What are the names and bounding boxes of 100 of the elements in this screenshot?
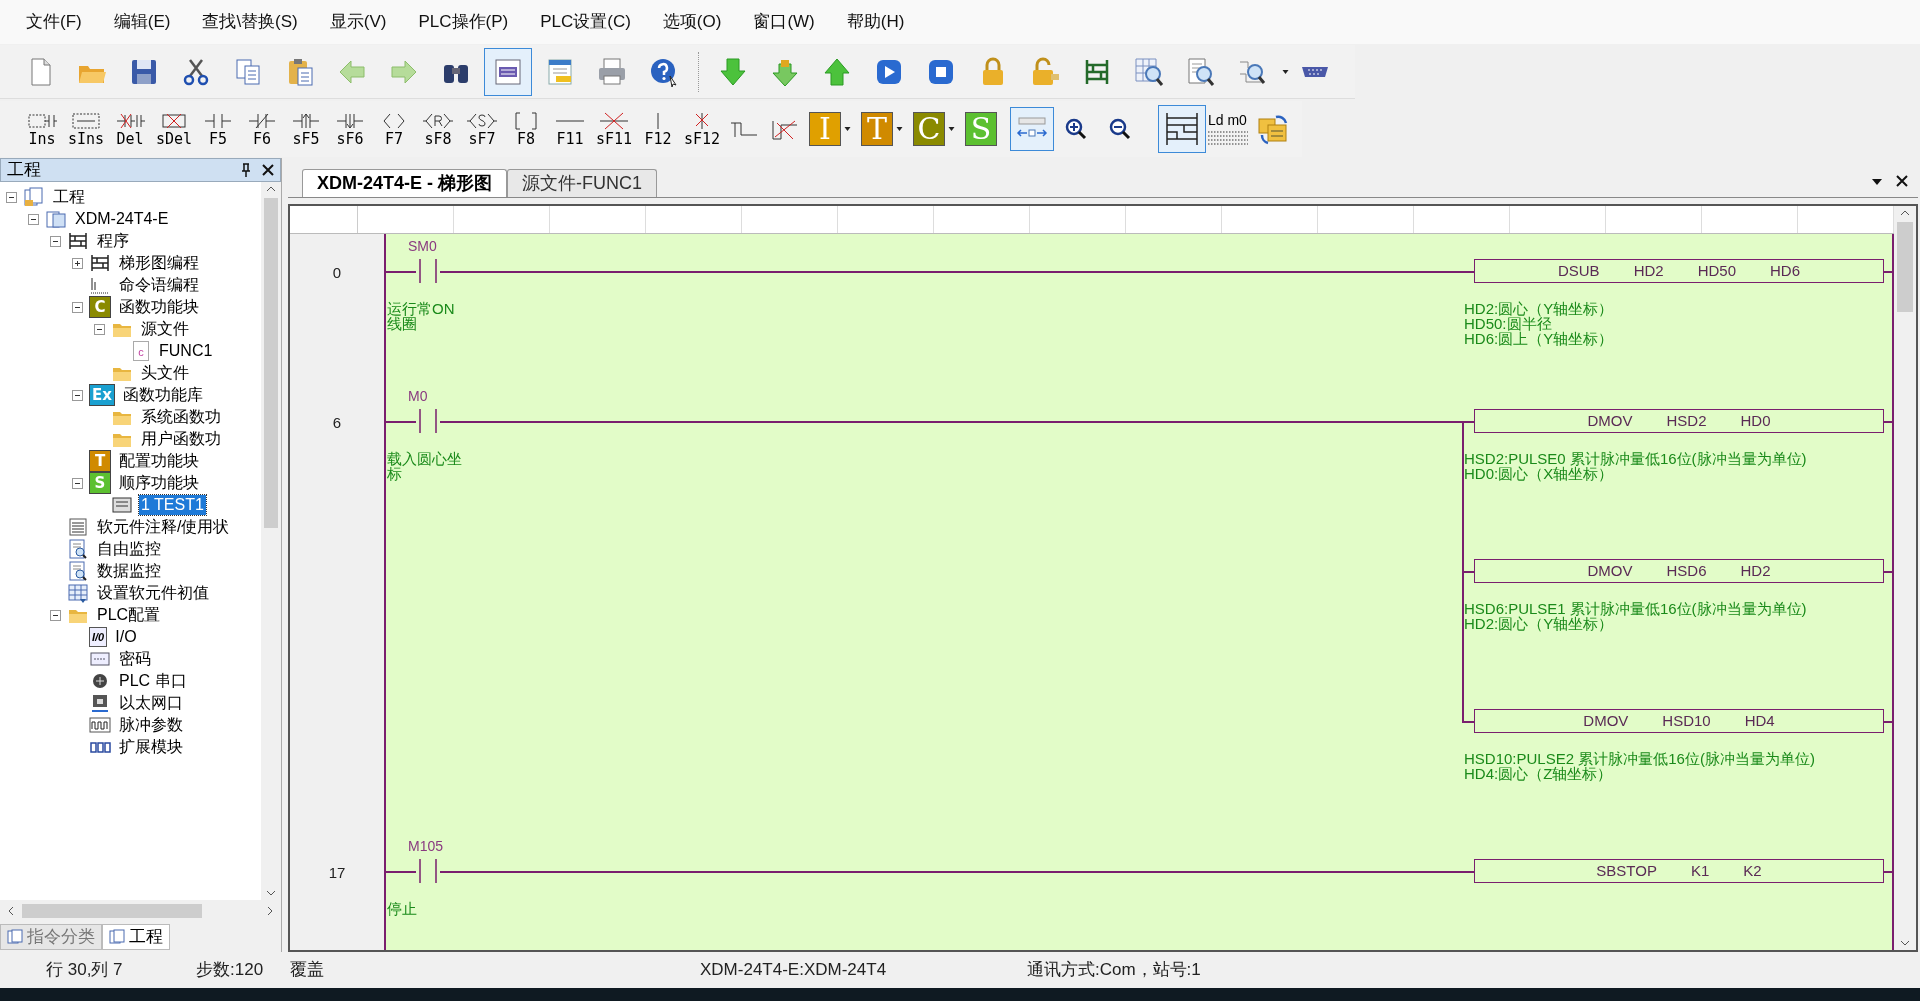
- menu-item[interactable]: 编辑(E): [107, 9, 177, 35]
- tree-item[interactable]: 配置功能块: [117, 451, 201, 471]
- collapse-icon[interactable]: [28, 213, 39, 225]
- tree-item[interactable]: 设置软元件初值: [95, 583, 211, 603]
- tree-item[interactable]: 扩展模块: [117, 737, 185, 757]
- tree-item[interactable]: PLC 串口: [117, 671, 189, 691]
- dropdown-caret-icon[interactable]: [844, 127, 851, 131]
- tree-item[interactable]: 用户函数功: [139, 429, 223, 449]
- coil-button[interactable]: F7: [372, 104, 416, 154]
- tree-item[interactable]: 命令语编程: [117, 275, 201, 295]
- close-icon[interactable]: [1896, 175, 1908, 187]
- vertical-scrollbar[interactable]: [261, 182, 281, 900]
- delete-vertical-line-button[interactable]: sF12: [680, 104, 724, 154]
- set-coil-button[interactable]: sF7: [460, 104, 504, 154]
- contact-symbol[interactable]: [416, 409, 440, 433]
- tree-item[interactable]: 函数功能块: [117, 297, 201, 317]
- collapse-icon[interactable]: [72, 477, 83, 489]
- tree-item[interactable]: 顺序功能块: [117, 473, 201, 493]
- instruction-block[interactable]: DMOV HSD10 HD4: [1474, 709, 1884, 733]
- scroll-up-icon[interactable]: [266, 186, 276, 192]
- menu-item[interactable]: 文件(F): [20, 9, 88, 35]
- tree-item[interactable]: 函数功能库: [120, 385, 205, 405]
- step-count: 步数:120: [196, 959, 265, 982]
- instruction-block[interactable]: DMOV HSD6 HD2: [1474, 559, 1884, 583]
- menu-item[interactable]: PLC设置(C): [534, 9, 637, 35]
- tree-item[interactable]: FUNC1: [157, 341, 215, 361]
- window-icon[interactable]: [484, 47, 532, 96]
- letter-tool-button[interactable]: C: [913, 112, 945, 146]
- scroll-up-icon[interactable]: [1900, 210, 1910, 216]
- contact-symbol[interactable]: [416, 859, 440, 883]
- close-icon[interactable]: [262, 164, 274, 176]
- delete-button[interactable]: Del: [108, 104, 152, 154]
- contact-address: M105: [408, 837, 444, 856]
- dropdown-caret-icon[interactable]: [1282, 69, 1289, 74]
- editor-tab[interactable]: XDM-24T4-E - 梯形图: [302, 169, 508, 197]
- scroll-left-icon[interactable]: [8, 906, 14, 916]
- contact-symbol[interactable]: [416, 259, 440, 283]
- tree-item[interactable]: 头文件: [139, 363, 191, 383]
- tree-item[interactable]: XDM-24T4-E: [73, 209, 171, 229]
- panel-tab[interactable]: 工程: [102, 924, 170, 950]
- ladder-view-icon[interactable]: [1158, 105, 1206, 153]
- contact-button[interactable]: F5: [196, 104, 240, 154]
- tree-item[interactable]: 1 TEST1: [139, 495, 206, 515]
- dropdown-caret-icon[interactable]: [896, 127, 903, 131]
- dropdown-caret-icon[interactable]: [948, 127, 955, 131]
- sequence-icon: [111, 494, 133, 516]
- closed-contact-button[interactable]: F6: [240, 104, 284, 154]
- instruction-block[interactable]: DMOV HSD2 HD0: [1474, 409, 1884, 433]
- insert-button[interactable]: Ins: [20, 104, 64, 154]
- scroll-down-icon[interactable]: [1900, 940, 1910, 946]
- pin-icon[interactable]: [240, 163, 252, 177]
- tree-item[interactable]: 系统函数功: [139, 407, 223, 427]
- scroll-thumb[interactable]: [22, 904, 202, 918]
- tree-item[interactable]: PLC配置: [95, 605, 163, 625]
- menu-item[interactable]: 显示(V): [323, 9, 393, 35]
- reset-coil-button[interactable]: sF8: [416, 104, 460, 154]
- scroll-thumb[interactable]: [1897, 222, 1913, 312]
- vertical-line-button[interactable]: F12: [636, 104, 680, 154]
- tree-item[interactable]: 密码: [117, 649, 153, 669]
- scroll-right-icon[interactable]: [267, 906, 273, 916]
- menu-item[interactable]: 查找\替换(S): [196, 9, 304, 35]
- tree-item[interactable]: 程序: [95, 231, 131, 251]
- horizontal-line-button[interactable]: F11: [548, 104, 592, 154]
- tree-item[interactable]: 源文件: [139, 319, 191, 339]
- instruction-block[interactable]: SBSTOP K1 K2: [1474, 859, 1884, 883]
- menu-item[interactable]: 窗口(W): [747, 9, 821, 35]
- tree-item[interactable]: I/O: [113, 627, 139, 647]
- tree-item[interactable]: 工程: [51, 187, 87, 207]
- menu-item[interactable]: 帮助(H): [840, 9, 911, 35]
- menu-item[interactable]: PLC操作(P): [412, 9, 515, 35]
- tree-item[interactable]: 脉冲参数: [117, 715, 185, 735]
- delete-row-button[interactable]: sDel: [152, 104, 196, 154]
- communication-status: 通讯方式:Com，站号:1: [1027, 959, 1201, 982]
- scroll-down-icon[interactable]: [266, 890, 276, 896]
- collapse-icon[interactable]: [72, 389, 83, 401]
- table-icon: [67, 582, 89, 604]
- tree-item[interactable]: 软元件注释/使用状: [95, 517, 232, 537]
- instruction-block[interactable]: DSUB HD2 HD50 HD6: [1474, 259, 1884, 283]
- scroll-thumb[interactable]: [264, 198, 278, 528]
- tree-item[interactable]: 数据监控: [95, 561, 163, 581]
- collapse-icon[interactable]: [6, 191, 17, 203]
- expand-icon[interactable]: [72, 257, 83, 269]
- instruction-list-button[interactable]: Ld m0: [1206, 107, 1250, 151]
- tree-item[interactable]: 梯形图编程: [117, 253, 201, 273]
- instruction-operand: HSD6: [1666, 560, 1707, 581]
- tree-item[interactable]: 自由监控: [95, 539, 163, 559]
- tree-item[interactable]: 以太网口: [117, 693, 185, 713]
- falling-edge-button[interactable]: sF6: [328, 104, 372, 154]
- instruction-button[interactable]: F8: [504, 104, 548, 154]
- collapse-icon[interactable]: [50, 235, 61, 247]
- delete-horizontal-line-button[interactable]: sF11: [592, 104, 636, 154]
- editor-tab[interactable]: 源文件-FUNC1: [507, 169, 658, 197]
- collapse-icon[interactable]: [94, 323, 105, 335]
- panel-tab[interactable]: 指令分类: [0, 924, 102, 950]
- collapse-icon[interactable]: [72, 301, 83, 313]
- dropdown-caret-icon[interactable]: [1872, 179, 1882, 185]
- menu-item[interactable]: 选项(O): [656, 9, 728, 35]
- collapse-icon[interactable]: [50, 609, 61, 621]
- rising-edge-button[interactable]: sF5: [284, 104, 328, 154]
- insert-row-button[interactable]: sIns: [64, 104, 108, 154]
